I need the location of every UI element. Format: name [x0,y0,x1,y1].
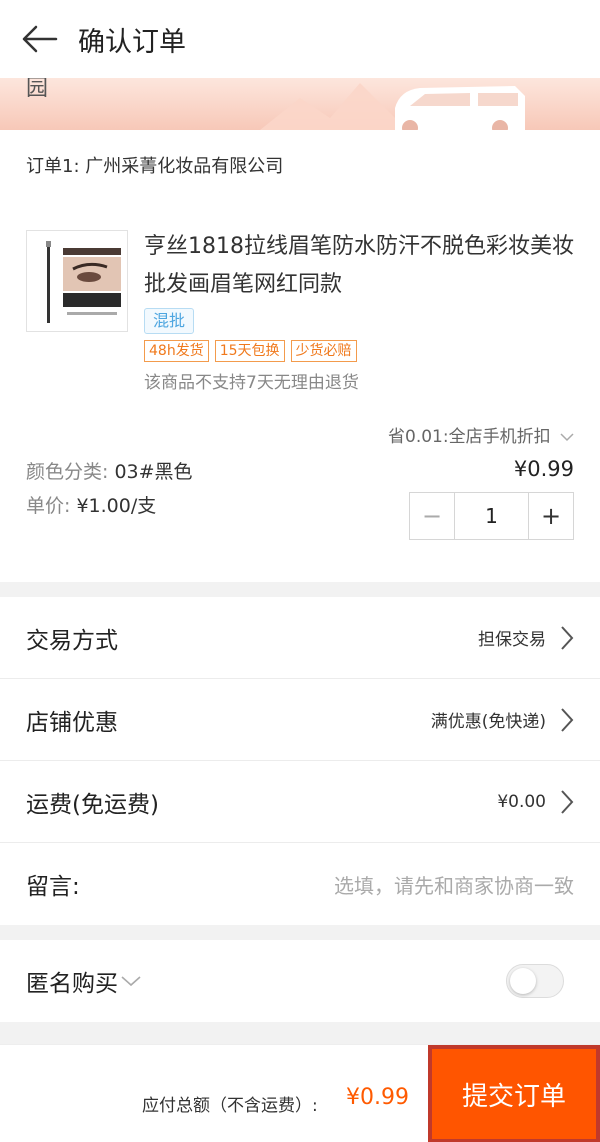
eyebrow-pencil-image [46,241,121,323]
store-discount-label: 店铺优惠 [26,709,118,736]
chevron-right-icon [561,789,574,814]
anonymous-toggle[interactable] [506,964,564,998]
shipping-value: ¥0.00 [497,791,546,812]
quantity-input[interactable]: 1 [454,493,529,539]
unit-value: ¥1.00/支 [76,495,157,517]
bottom-bar: 应付总额（不含运费）: ¥0.99 提交订单 [0,1044,600,1142]
total-label: 应付总额（不含运费）: [142,1096,318,1116]
item-price: ¥0.99 [513,457,574,481]
back-button[interactable] [0,0,78,78]
product-name[interactable]: 亨丝1818拉线眉笔防水防汗不脱色彩妆美妆批发画眉笔网红同款 [144,228,584,304]
chevron-right-icon [561,625,574,650]
anonymous-purchase-row: 匿名购买 [0,940,600,1022]
decrease-button[interactable]: − [410,493,454,539]
order-options: 交易方式 担保交易 店铺优惠 满优惠(免快递) 运费(免运费) ¥0.00 留言… [0,597,600,925]
unit-label: 单价: [26,495,77,517]
trade-method-row[interactable]: 交易方式 担保交易 [0,597,600,679]
back-arrow-icon [22,25,58,53]
page-title: 确认订单 [78,26,186,58]
return-policy-notice: 该商品不支持7天无理由退货 [144,373,359,393]
increase-button[interactable]: + [529,493,573,539]
quantity-stepper: − 1 + [409,492,574,540]
store-discount-value: 满优惠(免快递) [430,712,546,732]
unit-price: 单价: ¥1.00/支 [26,491,156,518]
service-tag: 少货必赔 [290,340,357,362]
spec-label: 颜色分类: [26,461,115,483]
service-tag: 15天包换 [214,340,285,362]
shipping-row[interactable]: 运费(免运费) ¥0.00 [0,761,600,843]
address-banner: 园 [0,78,600,130]
message-row: 留言: 选填，请先和商家协商一致 [0,843,600,925]
discount-text: 省0.01:全店手机折扣 [388,427,551,447]
chevron-down-icon[interactable] [120,974,142,988]
store-name[interactable]: 订单1: 广州采菁化妆品有限公司 [26,152,283,178]
trade-method-value: 担保交易 [478,630,546,650]
chevron-down-icon [560,433,574,442]
delivery-van-illustration [260,83,525,130]
submit-order-button[interactable]: 提交订单 [428,1045,600,1142]
message-input[interactable]: 选填，请先和商家协商一致 [334,870,574,899]
store-discount-row[interactable]: 店铺优惠 满优惠(免快递) [0,679,600,761]
discount-info[interactable]: 省0.01:全店手机折扣 [388,422,574,447]
anonymous-label[interactable]: 匿名购买 [26,964,118,998]
trade-method-label: 交易方式 [26,627,118,654]
order-card: 订单1: 广州采菁化妆品有限公司 亨丝1818拉线眉笔防水防汗不脱色彩妆美妆批发… [0,130,600,582]
product-spec: 颜色分类: 03#黑色 [26,457,193,484]
total-value: ¥0.99 [346,1085,409,1110]
top-bar: 确认订单 [0,0,600,78]
toggle-knob [510,968,536,994]
mixed-batch-tag: 混批 [144,308,195,334]
product-thumbnail[interactable] [26,230,128,332]
spec-value: 03#黑色 [114,461,193,483]
service-tags: 48h发货 15天包换 少货必赔 [144,340,357,362]
submit-label: 提交订单 [461,1081,566,1112]
order-confirm-page: 确认订单 园 订单1: 广州采菁化妆品有限公司 亨丝1818拉线眉笔防水防汗不脱… [0,0,600,1142]
service-tag: 48h发货 [144,340,209,362]
shipping-label: 运费(免运费) [26,791,159,818]
chevron-right-icon [561,707,574,732]
message-label: 留言: [26,874,80,900]
